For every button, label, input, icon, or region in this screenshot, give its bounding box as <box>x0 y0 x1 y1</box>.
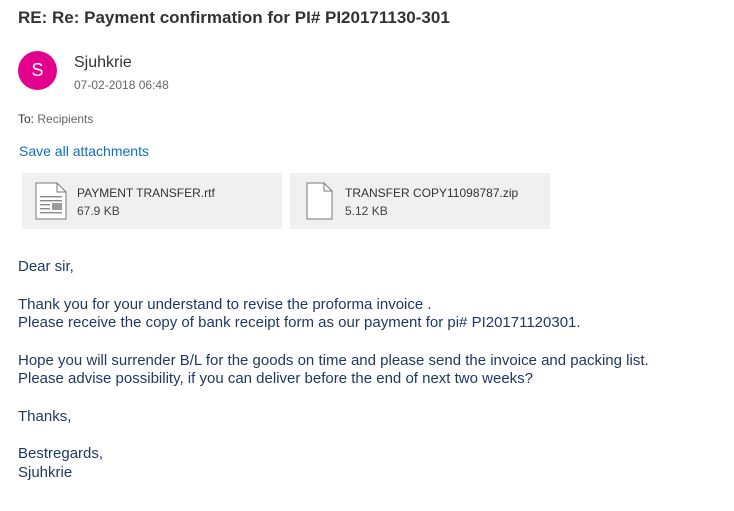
sender-name[interactable]: Sjuhkrie <box>74 54 132 72</box>
to-line: To: Recipients <box>18 112 93 126</box>
body-line: Please advise possibility, if you can de… <box>18 370 534 387</box>
attachment-name: TRANSFER COPY11098787.zip <box>345 186 519 200</box>
zip-file-icon <box>302 182 336 225</box>
attachment-size: 67.9 KB <box>77 204 120 218</box>
closing-regards: Bestregards, <box>18 445 104 462</box>
body-line: Please receive the copy of bank receipt … <box>18 314 581 331</box>
sender-avatar[interactable]: S <box>18 51 57 90</box>
save-all-attachments-link[interactable]: Save all attachments <box>19 143 149 159</box>
attachment-card[interactable]: TRANSFER COPY11098787.zip 5.12 KB <box>290 173 550 229</box>
recipients[interactable]: Recipients <box>37 112 93 126</box>
body-line: Thank you for your understand to revise … <box>18 295 432 313</box>
attachment-name: PAYMENT TRANSFER.rtf <box>77 186 215 200</box>
rtf-document-icon <box>34 182 68 225</box>
email-subject: RE: Re: Payment confirmation for PI# PI2… <box>18 8 450 27</box>
sent-date: 07-02-2018 06:48 <box>74 78 169 92</box>
to-label: To: <box>18 112 35 126</box>
signature: Sjuhkrie <box>18 463 73 481</box>
avatar-initial: S <box>31 60 44 80</box>
closing-thanks: Thanks, <box>18 407 72 425</box>
attachment-size: 5.12 KB <box>345 204 388 218</box>
attachment-card[interactable]: PAYMENT TRANSFER.rtf 67.9 KB <box>22 173 282 229</box>
body-line: Hope you will surrender B/L for the good… <box>18 351 649 369</box>
greeting: Dear sir, <box>18 258 74 275</box>
message-body: Dear sir, Thank you for your understand … <box>18 258 718 482</box>
